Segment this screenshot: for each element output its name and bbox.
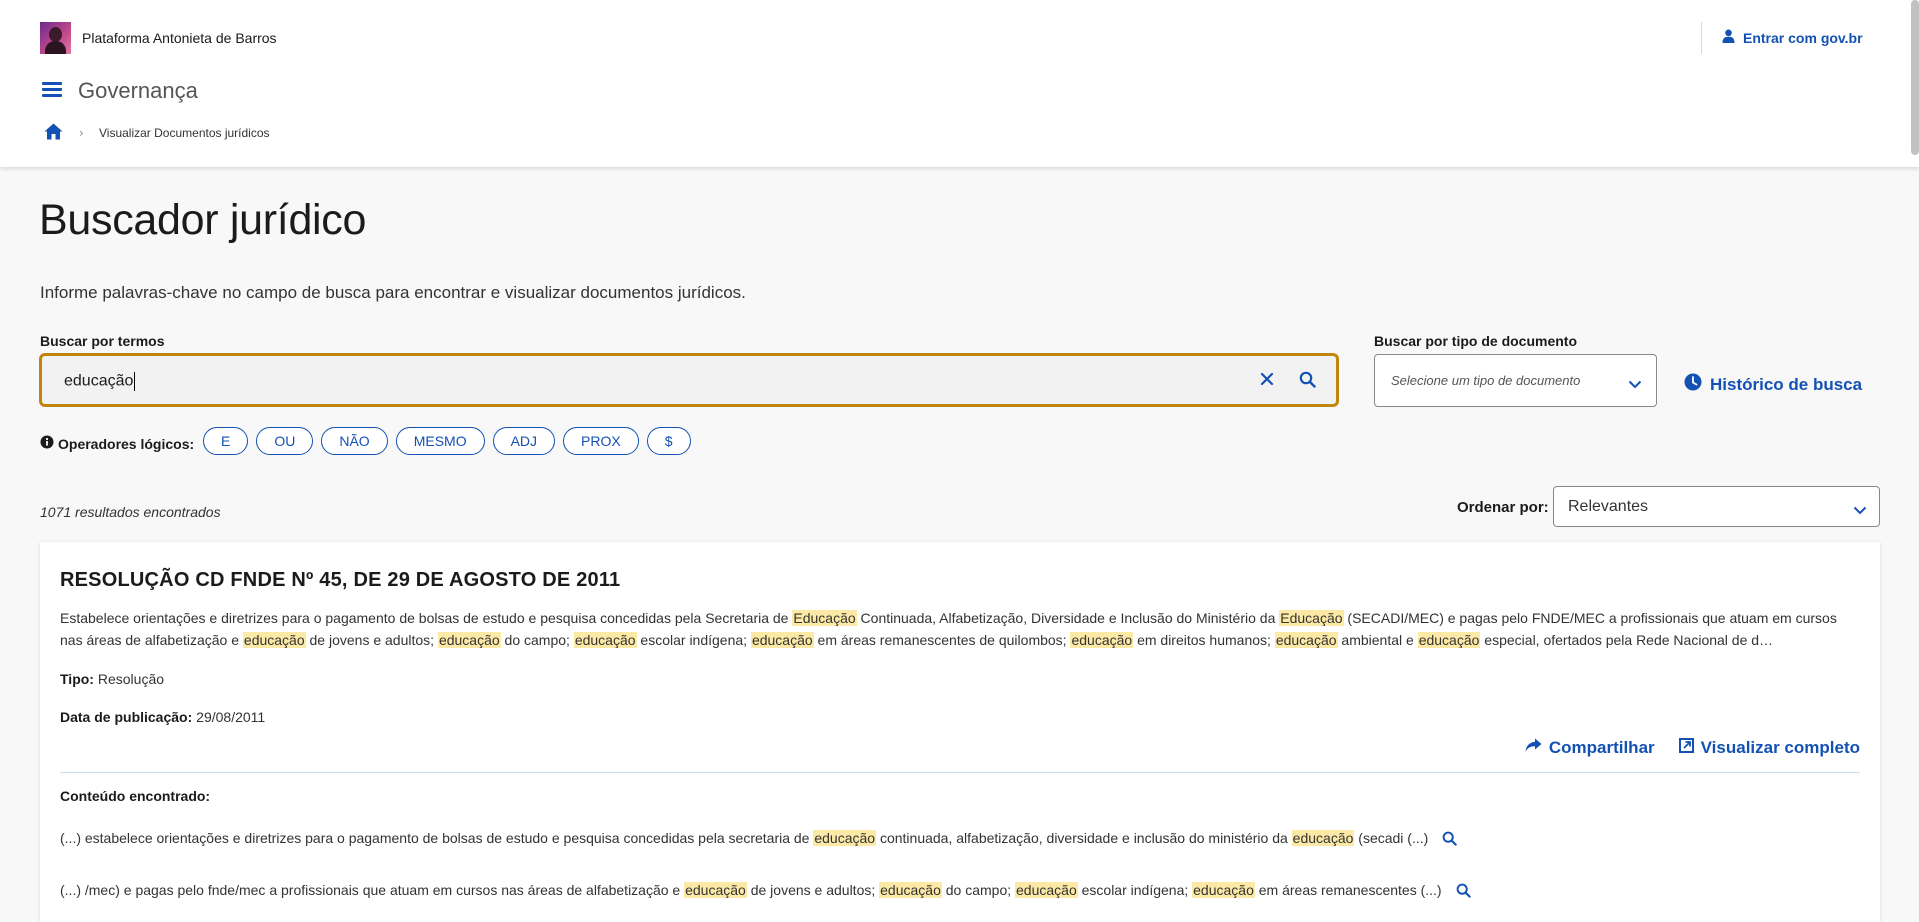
breadcrumb-current: Visualizar Documentos jurídicos bbox=[99, 126, 270, 140]
found-content-label: Conteúdo encontrado: bbox=[60, 788, 211, 804]
page-title: Buscador jurídico bbox=[39, 196, 367, 244]
result-type-value: Resolução bbox=[97, 671, 165, 687]
highlighted-term: educação bbox=[1417, 632, 1481, 648]
platform-logo[interactable] bbox=[40, 22, 71, 54]
search-input[interactable]: educação bbox=[39, 353, 1339, 407]
result-actions: Compartilhar Visualizar completo bbox=[1525, 738, 1860, 758]
page-description: Informe palavras-chave no campo de busca… bbox=[40, 283, 746, 302]
order-by-label: Ordenar por: bbox=[1457, 499, 1549, 516]
snippet-text: (...) estabelece orientações e diretrize… bbox=[60, 830, 1429, 846]
search-icon[interactable] bbox=[1442, 831, 1458, 846]
highlighted-term: educação bbox=[242, 632, 306, 648]
doc-type-label: Buscar por tipo de documento bbox=[1374, 333, 1578, 349]
snippet-text: (...) /mec) e pagas pelo fnde/mec a prof… bbox=[60, 882, 1442, 898]
result-divider bbox=[60, 772, 1860, 773]
search-icon[interactable] bbox=[1299, 371, 1316, 392]
breadcrumb-separator-icon: › bbox=[79, 126, 84, 140]
logical-operators-group: E OU NÃO MESMO ADJ PROX $ bbox=[203, 427, 691, 455]
login-button[interactable]: Entrar com gov.br bbox=[1722, 29, 1863, 46]
hamburger-menu-icon[interactable] bbox=[42, 82, 62, 98]
share-icon bbox=[1525, 738, 1542, 758]
highlighted-term: educação bbox=[573, 632, 637, 648]
highlighted-term: educação bbox=[437, 632, 501, 648]
platform-name[interactable]: Plataforma Antonieta de Barros bbox=[82, 30, 277, 46]
result-date-value: 29/08/2011 bbox=[196, 709, 266, 725]
result-card: RESOLUÇÃO CD FNDE Nº 45, DE 29 DE AGOSTO… bbox=[40, 542, 1880, 922]
doc-type-placeholder: Selecione um tipo de documento bbox=[1391, 373, 1581, 388]
content-snippet: (...) /mec) e pagas pelo fnde/mec a prof… bbox=[60, 882, 1471, 898]
content-snippet: (...) estabelece orientações e diretrize… bbox=[60, 830, 1458, 846]
search-terms-label: Buscar por termos bbox=[40, 333, 165, 349]
highlighted-term: educação bbox=[1192, 882, 1255, 898]
highlighted-term: educação bbox=[1015, 882, 1078, 898]
logical-operators-text: Operadores lógicos: bbox=[58, 435, 195, 452]
highlighted-term: educação bbox=[1070, 632, 1134, 648]
login-govbr: gov.br bbox=[1820, 29, 1863, 46]
operator-nao-button[interactable]: NÃO bbox=[321, 427, 388, 455]
operator-e-button[interactable]: E bbox=[203, 427, 249, 455]
result-title[interactable]: RESOLUÇÃO CD FNDE Nº 45, DE 29 DE AGOSTO… bbox=[60, 569, 620, 592]
logical-operators-label: Operadores lógicos: bbox=[40, 435, 194, 452]
search-history-button[interactable]: Histórico de busca bbox=[1684, 373, 1862, 396]
user-icon bbox=[1722, 29, 1735, 46]
result-type-label: Tipo: bbox=[60, 671, 94, 687]
system-title: Governança bbox=[78, 78, 198, 103]
operator-prox-button[interactable]: PROX bbox=[563, 427, 639, 455]
highlighted-term: Educação bbox=[792, 610, 857, 626]
results-count: 1071 resultados encontrados bbox=[40, 504, 221, 520]
share-label: Compartilhar bbox=[1548, 738, 1655, 757]
highlighted-term: educação bbox=[1291, 830, 1355, 846]
page-scrollbar[interactable] bbox=[1911, 0, 1919, 155]
view-full-button[interactable]: Visualizar completo bbox=[1678, 738, 1860, 758]
share-button[interactable]: Compartilhar bbox=[1525, 738, 1655, 758]
external-link-icon bbox=[1678, 738, 1694, 758]
highlighted-term: educação bbox=[684, 882, 747, 898]
order-by-select[interactable]: Relevantes bbox=[1553, 486, 1880, 527]
result-description: Estabelece orientações e diretrizes para… bbox=[60, 610, 1837, 648]
site-header: Plataforma Antonieta de Barros Entrar co… bbox=[0, 0, 1919, 167]
operator-mesmo-button[interactable]: MESMO bbox=[395, 427, 485, 455]
operator-adj-button[interactable]: ADJ bbox=[492, 427, 556, 455]
close-icon[interactable] bbox=[1259, 371, 1275, 391]
login-label: Entrar com bbox=[1743, 29, 1821, 46]
doc-type-select[interactable]: Selecione um tipo de documento bbox=[1374, 354, 1657, 407]
header-divider bbox=[1701, 22, 1702, 54]
operator-dollar-button[interactable]: $ bbox=[646, 427, 691, 455]
clock-icon bbox=[1684, 373, 1702, 396]
chevron-down-icon bbox=[1853, 500, 1867, 519]
highlighted-term: educação bbox=[813, 830, 877, 846]
highlighted-term: educação bbox=[879, 882, 942, 898]
result-date: Data de publicação: 29/08/2011 bbox=[60, 709, 265, 725]
chevron-down-icon bbox=[1628, 374, 1642, 393]
info-icon[interactable] bbox=[40, 435, 54, 452]
order-by-value: Relevantes bbox=[1568, 498, 1649, 515]
result-date-label: Data de publicação: bbox=[60, 709, 193, 725]
result-type: Tipo: Resolução bbox=[60, 671, 164, 687]
search-input-value: educação bbox=[64, 372, 134, 390]
search-history-label: Histórico de busca bbox=[1710, 374, 1863, 394]
highlighted-term: educação bbox=[750, 632, 814, 648]
highlighted-term: Educação bbox=[1279, 610, 1344, 626]
highlighted-term: educação bbox=[1274, 632, 1338, 648]
view-full-label: Visualizar completo bbox=[1700, 738, 1860, 757]
home-icon[interactable] bbox=[44, 123, 63, 144]
operator-ou-button[interactable]: OU bbox=[256, 427, 314, 455]
search-icon[interactable] bbox=[1456, 883, 1471, 898]
